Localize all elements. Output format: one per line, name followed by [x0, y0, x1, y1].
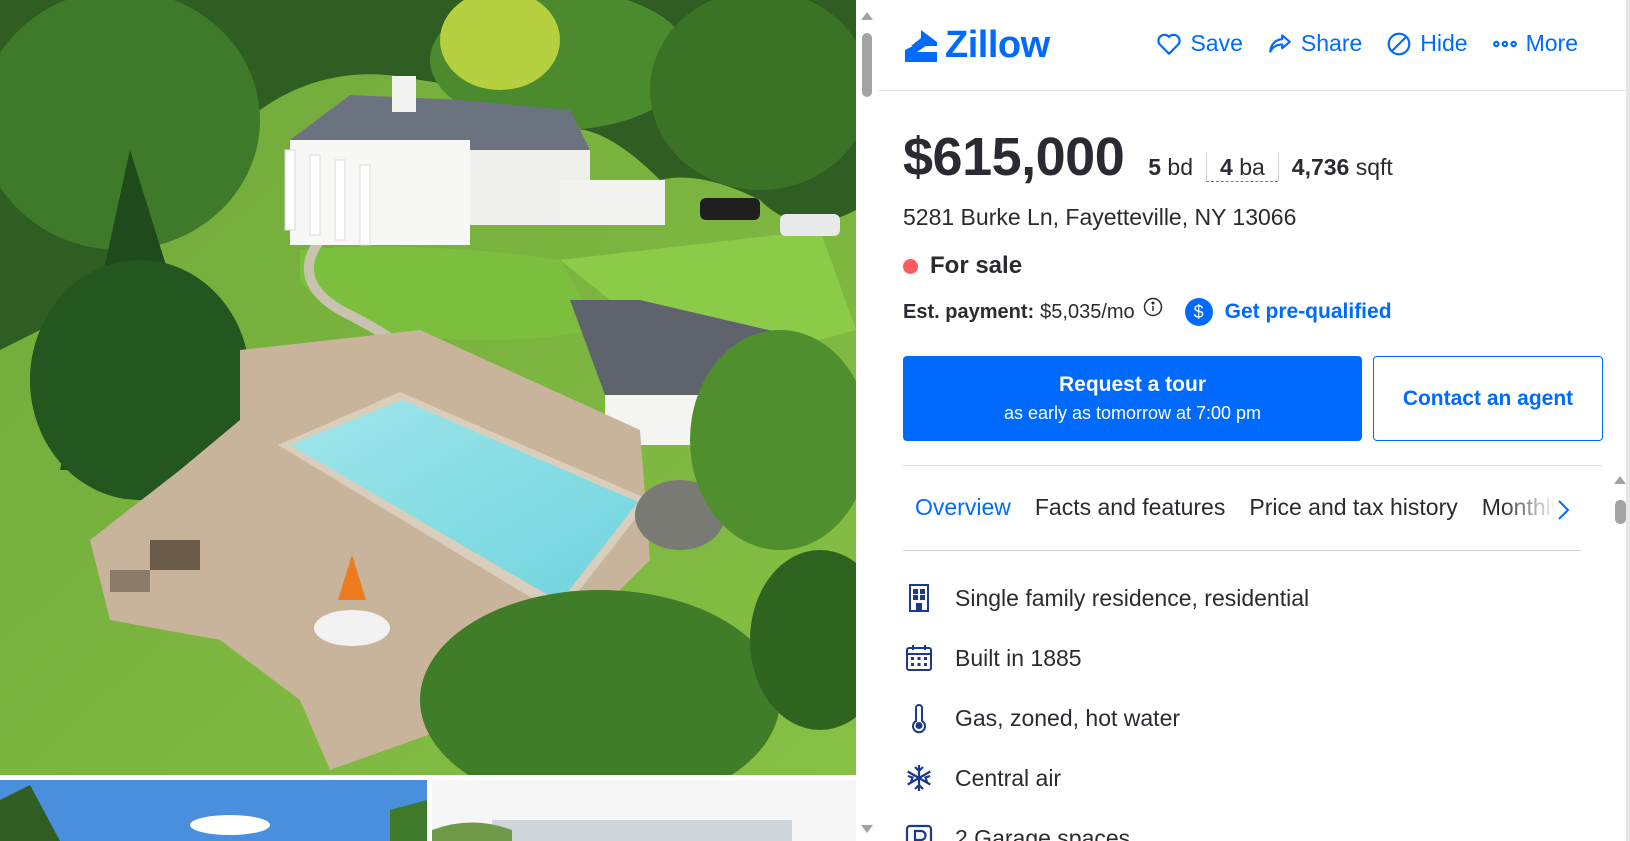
status-dot-icon	[903, 258, 918, 274]
sqft-unit: sqft	[1355, 154, 1393, 180]
share-label: Share	[1300, 30, 1363, 56]
baths-unit: ba	[1239, 154, 1265, 180]
photo-gallery[interactable]	[0, 0, 856, 841]
scrollbar-thumb[interactable]	[1615, 500, 1626, 524]
fact-text: Central air	[955, 764, 1062, 791]
request-tour-button[interactable]: Request a tour as early as tomorrow at 7…	[903, 356, 1362, 441]
tab-price-and-tax-history[interactable]: Price and tax history	[1237, 476, 1469, 550]
save-button[interactable]: Save	[1156, 30, 1243, 57]
window-edge	[1626, 0, 1630, 841]
estimated-payment: Est. payment: $5,035/mo $ Get pre-qualif…	[903, 297, 1392, 326]
sqft-count: 4,736 sqft	[1277, 153, 1406, 181]
dollar-icon: $	[1184, 298, 1213, 326]
scroll-down-icon[interactable]	[861, 825, 873, 833]
share-icon	[1269, 33, 1291, 53]
fact-text: Built in 1885	[955, 644, 1082, 671]
baths-value: 4	[1220, 154, 1233, 180]
status-label: For sale	[930, 252, 1023, 279]
parking-icon	[905, 824, 933, 841]
scroll-up-icon[interactable]	[861, 12, 873, 20]
contact-agent-button[interactable]: Contact an agent	[1373, 356, 1603, 441]
detail-header: Zillow Save Share Hide More	[879, 0, 1630, 91]
hide-icon	[1387, 32, 1411, 55]
listing-photo-thumbnail[interactable]	[432, 780, 856, 841]
overview-facts: Single family residence, residential Bui…	[903, 568, 1309, 841]
fact-text: Single family residence, residential	[955, 584, 1310, 611]
payment-label: Est. payment:	[903, 300, 1035, 323]
fact-year-built: Built in 1885	[903, 628, 1309, 688]
sqft-value: 4,736	[1291, 154, 1350, 180]
fact-cooling: Central air	[903, 748, 1309, 808]
chevron-right-icon[interactable]	[1551, 498, 1575, 522]
tab-facts-and-features[interactable]: Facts and features	[1023, 476, 1238, 550]
beds-value: 5	[1148, 154, 1162, 180]
listing-photo-thumbnail[interactable]	[0, 780, 427, 841]
more-button[interactable]: More	[1492, 30, 1578, 57]
fact-text: Gas, zoned, hot water	[955, 704, 1181, 731]
zillow-logo[interactable]: Zillow	[903, 24, 1050, 67]
bed-bath-sqft: 5 bd 4 ba 4,736 sqft	[1148, 153, 1406, 182]
fact-text: 2 Garage spaces	[955, 824, 1131, 841]
get-prequalified-link[interactable]: $ Get pre-qualified	[1184, 298, 1392, 326]
more-icon	[1492, 40, 1517, 47]
fact-heating: Gas, zoned, hot water	[903, 688, 1309, 748]
photo-scrollbar[interactable]	[858, 0, 877, 841]
baths-count[interactable]: 4 ba	[1206, 153, 1278, 182]
listing-tabs: Overview Facts and features Price and ta…	[903, 476, 1581, 551]
building-icon	[909, 584, 929, 612]
fact-parking: 2 Garage spaces	[903, 808, 1309, 841]
hide-label: Hide	[1420, 30, 1468, 56]
tour-title: Request a tour	[1058, 373, 1207, 396]
beds-count: 5 bd	[1148, 153, 1206, 181]
thermometer-icon	[912, 704, 926, 734]
listing-price: $615,000	[903, 127, 1125, 187]
hide-button[interactable]: Hide	[1386, 30, 1468, 57]
share-button[interactable]: Share	[1267, 30, 1362, 57]
header-actions: Save Share Hide More	[1156, 30, 1578, 57]
price-summary: $615,000 5 bd 4 ba 4,736 sqft	[903, 126, 1406, 188]
listing-detail-panel: Zillow Save Share Hide More $615,000 5 b…	[879, 0, 1630, 841]
info-icon[interactable]	[1143, 297, 1163, 317]
prequalify-label: Get pre-qualified	[1224, 300, 1392, 323]
main-listing-photo[interactable]	[0, 0, 856, 775]
zillow-logo-icon	[905, 29, 937, 62]
logo-text: Zillow	[945, 24, 1050, 66]
section-divider	[903, 465, 1603, 466]
fact-home-type: Single family residence, residential	[903, 568, 1309, 628]
save-label: Save	[1190, 30, 1243, 56]
payment-value: $5,035/mo	[1040, 300, 1135, 323]
scroll-up-icon[interactable]	[1614, 476, 1626, 484]
calendar-icon	[906, 645, 932, 671]
listing-status: For sale	[903, 252, 1022, 280]
tour-subtitle: as early as tomorrow at 7:00 pm	[1003, 403, 1262, 423]
heart-icon	[1157, 33, 1182, 55]
tab-overview[interactable]: Overview	[903, 476, 1023, 550]
more-label: More	[1525, 30, 1578, 56]
snowflake-icon	[907, 765, 931, 791]
listing-address: 5281 Burke Ln, Fayetteville, NY 13066	[903, 204, 1297, 230]
beds-unit: bd	[1167, 154, 1194, 180]
scrollbar-thumb[interactable]	[862, 33, 872, 97]
